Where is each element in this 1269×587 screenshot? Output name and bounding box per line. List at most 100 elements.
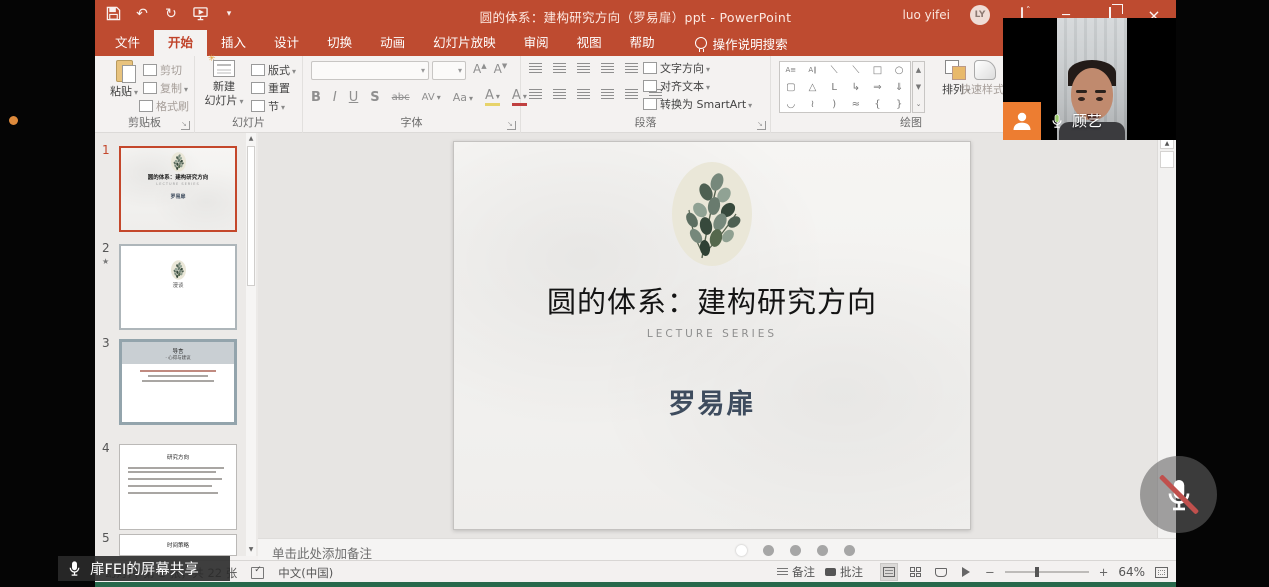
zoom-slider-thumb[interactable] (1035, 567, 1039, 577)
arrow-line-icon[interactable]: ⟍ (845, 62, 867, 79)
zoom-out-button[interactable]: − (985, 565, 995, 579)
account-avatar[interactable]: LY (970, 5, 990, 25)
new-slide-button[interactable]: 新建 幻灯片 (201, 60, 247, 108)
left-brace-icon[interactable]: { (867, 96, 889, 113)
underline-button[interactable]: U (349, 90, 359, 105)
tab-insert[interactable]: 插入 (207, 30, 260, 56)
elbow-arrow-icon[interactable]: ↳ (845, 79, 867, 96)
slide-thumbnail-2[interactable]: 漫谈 (119, 244, 237, 330)
align-left-icon[interactable] (529, 89, 542, 100)
clipboard-dialog-launcher[interactable]: ↘ (181, 121, 190, 130)
tell-me-search[interactable]: 操作说明搜索 (695, 30, 788, 56)
align-right-icon[interactable] (577, 89, 590, 100)
tab-home[interactable]: 开始 (154, 30, 207, 56)
thumbnail-scroll-thumb[interactable] (247, 146, 255, 286)
font-size-select[interactable] (432, 61, 466, 80)
tab-slideshow[interactable]: 幻灯片放映 (419, 30, 510, 56)
editor-scroll-thumb[interactable] (1160, 151, 1174, 168)
paste-button[interactable]: 粘贴 (101, 60, 147, 99)
slide-subtitle[interactable]: LECTURE SERIES (454, 328, 970, 340)
line-spacing-icon[interactable] (625, 63, 638, 74)
slide-sorter-view-button[interactable] (907, 564, 923, 580)
paragraph-dialog-launcher[interactable]: ↘ (757, 121, 766, 130)
participant-list-button[interactable] (1003, 102, 1041, 140)
tab-file[interactable]: 文件 (101, 30, 154, 56)
character-spacing-button[interactable]: AV (422, 92, 441, 103)
line-icon[interactable]: ⟍ (823, 62, 845, 79)
justify-icon[interactable] (601, 89, 614, 100)
curve-icon[interactable]: ≈ (845, 96, 867, 113)
text-direction-button[interactable]: 文字方向 (643, 60, 710, 76)
tab-review[interactable]: 审阅 (510, 30, 563, 56)
bold-button[interactable]: B (311, 90, 321, 105)
section-button[interactable]: 节 (251, 98, 285, 114)
zoom-percentage[interactable]: 64% (1118, 565, 1145, 579)
italic-button[interactable]: I (333, 90, 337, 105)
mute-toggle-button[interactable] (1140, 456, 1217, 533)
smartart-button[interactable]: 转换为 SmartArt (643, 96, 752, 112)
highlight-color-button[interactable]: A (485, 88, 500, 106)
rounded-rectangle-icon[interactable]: ▢ (780, 79, 802, 96)
tab-help[interactable]: 帮助 (616, 30, 669, 56)
zoom-slider[interactable] (1005, 571, 1089, 573)
vertical-textbox-icon[interactable]: A∥ (802, 62, 824, 79)
rectangle-icon[interactable]: □ (867, 62, 889, 79)
arrow-right-icon[interactable]: ⇒ (867, 79, 889, 96)
tab-design[interactable]: 设计 (260, 30, 313, 56)
textbox-icon[interactable]: A≡ (780, 62, 802, 79)
shape-gallery-scroll[interactable]: ▲▼⌄ (912, 61, 925, 113)
distribute-icon[interactable] (625, 89, 638, 100)
layout-button[interactable]: 版式 (251, 62, 296, 78)
reset-button[interactable]: 重置 (251, 80, 290, 96)
comments-toggle-button[interactable]: 批注 (825, 564, 863, 580)
zoom-in-button[interactable]: + (1099, 565, 1109, 579)
tab-view[interactable]: 视图 (563, 30, 616, 56)
shape-gallery[interactable]: A≡ A∥ ⟍ ⟍ □ ○ ▢ △ L ↳ ⇒ ⇓ ◡ ≀ ) ≈ { (779, 61, 911, 113)
language-status[interactable]: 中文(中国) (278, 565, 333, 581)
participant-video-tile[interactable]: 顾艺 (1003, 18, 1176, 140)
shrink-font-button[interactable]: A▼ (494, 62, 508, 76)
tab-animations[interactable]: 动画 (366, 30, 419, 56)
reading-view-button[interactable] (933, 564, 949, 580)
scribble-icon[interactable]: ≀ (802, 96, 824, 113)
align-center-icon[interactable] (553, 89, 566, 100)
strikethrough-button[interactable]: abc (392, 92, 410, 103)
oval-icon[interactable]: ○ (888, 62, 910, 79)
triangle-icon[interactable]: △ (802, 79, 824, 96)
thumbnail-scrollbar[interactable]: ▲ ▼ (246, 133, 256, 556)
shadow-button[interactable]: S (370, 90, 379, 105)
slide-canvas[interactable]: 圆的体系：建构研究方向 LECTURE SERIES 罗易扉 (453, 141, 971, 530)
arc-icon[interactable]: ) (823, 96, 845, 113)
tab-transitions[interactable]: 切换 (313, 30, 366, 56)
account-name[interactable]: luo yifei (903, 8, 950, 22)
arrow-down-icon[interactable]: ⇓ (888, 79, 910, 96)
change-case-button[interactable]: Aa (453, 91, 473, 104)
cut-button[interactable]: 剪切 (143, 62, 182, 78)
right-brace-icon[interactable]: } (888, 96, 910, 113)
font-name-select[interactable] (311, 61, 429, 80)
elbow-icon[interactable]: L (823, 79, 845, 96)
fit-slide-to-window-button[interactable] (1155, 567, 1168, 578)
normal-view-button[interactable] (881, 564, 897, 580)
increase-indent-icon[interactable] (601, 63, 614, 74)
spellcheck-icon[interactable] (251, 567, 264, 579)
slideshow-view-button[interactable] (959, 564, 975, 580)
notes-pane[interactable]: 单击此处添加备注 (258, 538, 1176, 560)
thumbnail-scroll-up-icon[interactable]: ▲ (246, 133, 256, 145)
notes-toggle-button[interactable]: 备注 (777, 564, 815, 580)
freeform-icon[interactable]: ◡ (780, 96, 802, 113)
copy-button[interactable]: 复制 (143, 80, 188, 96)
slide-thumbnail-1[interactable]: 圆的体系：建构研究方向 LECTURE SERIES 罗易扉 (119, 146, 237, 232)
format-painter-button[interactable]: 格式刷 (139, 98, 189, 114)
leaf-art-image[interactable] (672, 162, 752, 266)
bullet-list-icon[interactable] (529, 63, 542, 74)
align-text-button[interactable]: 对齐文本 (643, 78, 710, 94)
decrease-indent-icon[interactable] (577, 63, 590, 74)
slide-thumbnail-4[interactable]: 研究方向 (119, 444, 237, 530)
numbered-list-icon[interactable] (553, 63, 566, 74)
slide-thumbnail-3[interactable]: 导言 · 心得与建议 (119, 339, 237, 425)
slide-author[interactable]: 罗易扉 (454, 382, 970, 421)
grow-font-button[interactable]: A▲ (473, 62, 487, 76)
thumbnail-scroll-down-icon[interactable]: ▼ (246, 544, 256, 556)
slide-thumbnail-5[interactable]: 时间策略 (119, 534, 237, 556)
